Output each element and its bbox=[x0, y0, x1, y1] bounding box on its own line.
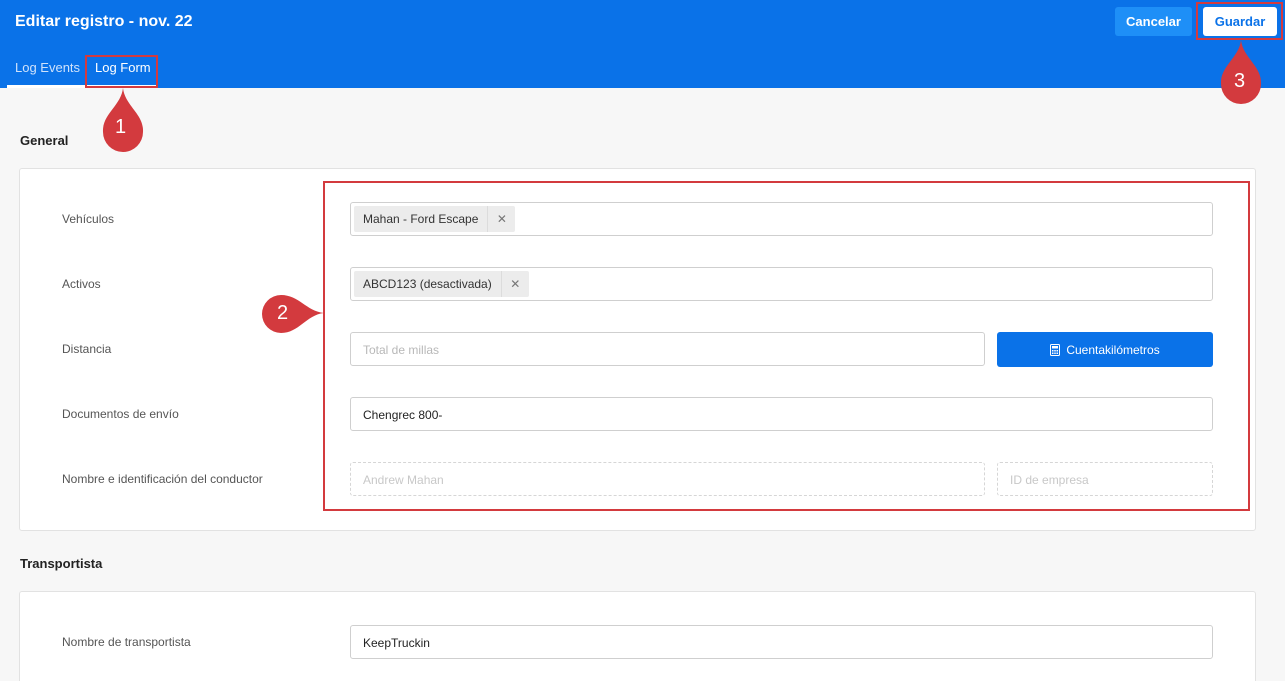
vehicles-label: Vehículos bbox=[62, 212, 115, 226]
cancel-button[interactable]: Cancelar bbox=[1115, 7, 1192, 36]
shipping-docs-label: Documentos de envío bbox=[62, 407, 179, 421]
distance-label: Distancia bbox=[62, 342, 112, 356]
annotation-number-2: 2 bbox=[277, 302, 289, 324]
carrier-name-input[interactable]: KeepTruckin bbox=[350, 625, 1213, 659]
page-title: Editar registro - nov. 22 bbox=[15, 13, 193, 30]
annotation-pin-2 bbox=[262, 295, 324, 333]
app-header: Editar registro - nov. 22 Cancelar Guard… bbox=[0, 0, 1285, 88]
highlight-save-button bbox=[1196, 2, 1283, 40]
annotation-number-1: 1 bbox=[115, 116, 127, 138]
carrier-name-label: Nombre de transportista bbox=[62, 635, 191, 649]
section-title-carrier: Transportista bbox=[20, 556, 103, 571]
highlight-general-fields bbox=[323, 181, 1250, 511]
tab-log-events[interactable]: Log Events bbox=[15, 60, 80, 75]
annotation-number-3: 3 bbox=[1234, 70, 1246, 92]
section-title-general: General bbox=[20, 133, 69, 148]
driver-label: Nombre e identificación del conductor bbox=[62, 472, 263, 486]
assets-label: Activos bbox=[62, 277, 101, 291]
carrier-name-value: KeepTruckin bbox=[363, 636, 430, 650]
highlight-log-form-tab bbox=[85, 55, 158, 88]
